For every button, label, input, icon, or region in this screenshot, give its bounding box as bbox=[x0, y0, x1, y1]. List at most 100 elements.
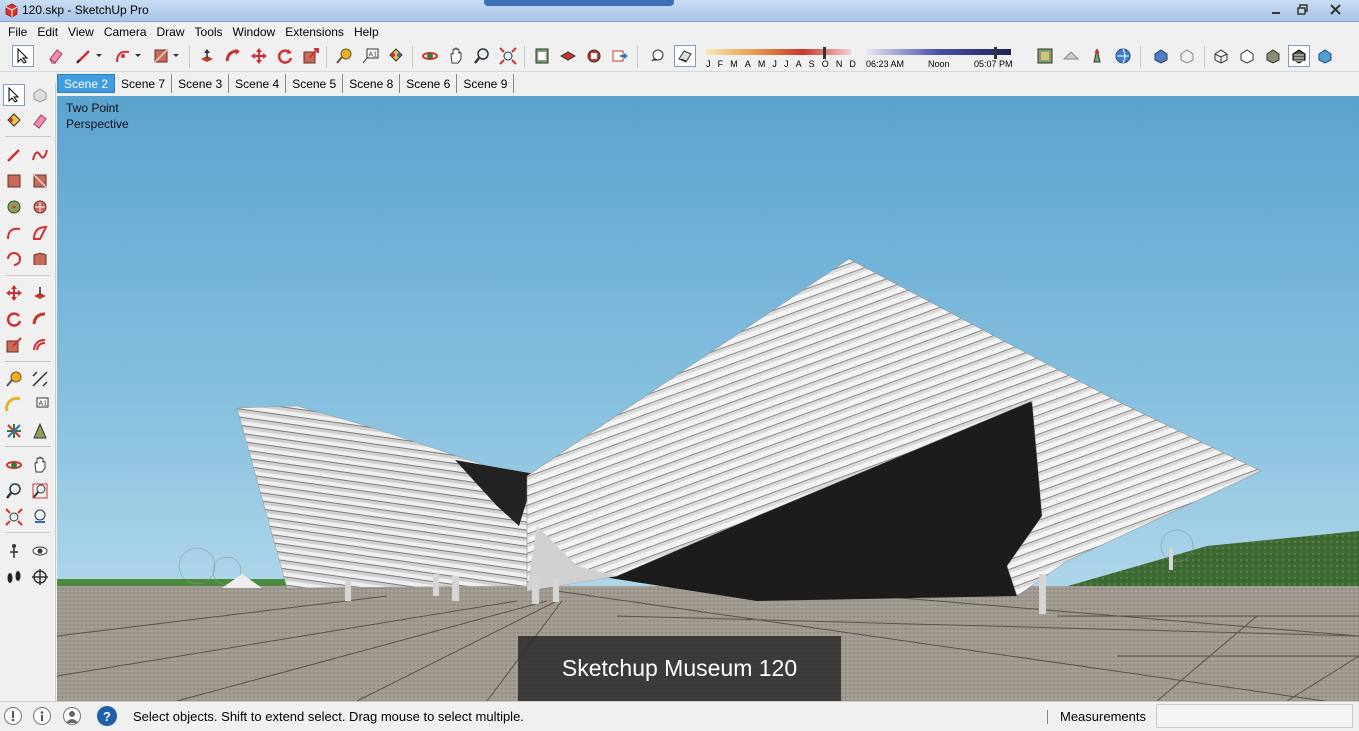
tab-scene-3[interactable]: Scene 3 bbox=[172, 74, 230, 93]
line-icon[interactable] bbox=[3, 144, 25, 166]
shaded-textures-icon[interactable] bbox=[1288, 45, 1310, 67]
time-slider-handle[interactable] bbox=[994, 47, 997, 59]
tab-scene-7[interactable]: Scene 7 bbox=[115, 74, 173, 93]
rotated-rectangle-icon[interactable] bbox=[29, 170, 51, 192]
menu-draw[interactable]: Draw bbox=[152, 25, 190, 39]
fog-icon[interactable] bbox=[674, 45, 696, 67]
freehand-icon[interactable] bbox=[29, 144, 51, 166]
tab-scene-9[interactable]: Scene 9 bbox=[457, 74, 515, 93]
close-icon[interactable] bbox=[1315, 0, 1355, 19]
text-icon[interactable]: A1 bbox=[29, 394, 51, 416]
circle-icon[interactable] bbox=[3, 196, 25, 218]
menu-help[interactable]: Help bbox=[349, 25, 384, 39]
select-icon[interactable] bbox=[12, 45, 34, 67]
look-around-icon[interactable] bbox=[29, 540, 51, 562]
eraser-icon[interactable] bbox=[45, 45, 67, 67]
menu-window[interactable]: Window bbox=[228, 25, 281, 39]
move-icon[interactable] bbox=[3, 282, 25, 304]
xray-icon[interactable] bbox=[1150, 45, 1172, 67]
scale-icon[interactable] bbox=[300, 45, 322, 67]
toggle-terrain-icon[interactable] bbox=[1086, 45, 1108, 67]
zoom-icon[interactable] bbox=[3, 480, 25, 502]
menu-view[interactable]: View bbox=[63, 25, 99, 39]
maximize-icon[interactable] bbox=[1289, 0, 1315, 19]
3d-text-icon[interactable] bbox=[29, 420, 51, 442]
model-viewport[interactable]: Two Point Perspective Sketchup Museum 12… bbox=[57, 96, 1359, 701]
shadow-date-slider[interactable]: J F M A M J J A S O N D bbox=[706, 47, 856, 71]
section-plane-icon[interactable] bbox=[29, 566, 51, 588]
rotate-icon[interactable] bbox=[3, 308, 25, 330]
zoom-window-icon[interactable] bbox=[29, 480, 51, 502]
tab-scene-5[interactable]: Scene 5 bbox=[286, 74, 344, 93]
extension-warehouse-icon[interactable] bbox=[583, 45, 605, 67]
tab-scene-4[interactable]: Scene 4 bbox=[229, 74, 287, 93]
orbit-icon[interactable] bbox=[3, 454, 25, 476]
orbit-icon[interactable] bbox=[419, 45, 441, 67]
tab-scene-6[interactable]: Scene 6 bbox=[400, 74, 458, 93]
monochrome-icon[interactable] bbox=[1314, 45, 1336, 67]
photo-textures-icon[interactable] bbox=[1112, 45, 1134, 67]
chevron-down-icon[interactable] bbox=[132, 45, 144, 67]
pan-icon[interactable] bbox=[445, 45, 467, 67]
tab-scene-8[interactable]: Scene 8 bbox=[343, 74, 401, 93]
components-icon[interactable] bbox=[557, 45, 579, 67]
axes-icon[interactable] bbox=[3, 420, 25, 442]
rotate-icon[interactable] bbox=[274, 45, 296, 67]
walk-icon[interactable] bbox=[3, 566, 25, 588]
text-icon[interactable]: A1 bbox=[359, 45, 381, 67]
push-pull-icon[interactable] bbox=[196, 45, 218, 67]
push-pull-icon[interactable] bbox=[29, 282, 51, 304]
add-location-icon[interactable] bbox=[1060, 45, 1082, 67]
minimize-icon[interactable] bbox=[1263, 0, 1289, 19]
eraser-icon[interactable] bbox=[29, 110, 51, 132]
select-icon[interactable] bbox=[3, 84, 25, 106]
menu-extensions[interactable]: Extensions bbox=[280, 25, 349, 39]
follow-me-icon[interactable] bbox=[29, 308, 51, 330]
paint-bucket-icon[interactable] bbox=[3, 110, 25, 132]
tab-scene-2[interactable]: Scene 2 bbox=[57, 74, 116, 93]
geo-location-icon[interactable] bbox=[1034, 45, 1056, 67]
menu-camera[interactable]: Camera bbox=[99, 25, 152, 39]
protractor-icon[interactable] bbox=[3, 394, 25, 416]
back-edges-icon[interactable] bbox=[1176, 45, 1198, 67]
paint-bucket-icon[interactable] bbox=[385, 45, 407, 67]
chevron-down-icon[interactable] bbox=[93, 45, 105, 67]
three-point-arc-icon[interactable] bbox=[29, 248, 51, 270]
shadow-time-slider[interactable]: 06:23 AM Noon 05:07 PM bbox=[866, 47, 1016, 71]
shaded-icon[interactable] bbox=[1262, 45, 1284, 67]
help-icon[interactable]: ? bbox=[97, 706, 117, 726]
arc-icon[interactable] bbox=[3, 222, 25, 244]
polygon-icon[interactable] bbox=[29, 196, 51, 218]
pencil-icon[interactable] bbox=[73, 45, 95, 67]
pan-icon[interactable] bbox=[29, 454, 51, 476]
tape-measure-icon[interactable] bbox=[333, 45, 355, 67]
offset-icon[interactable] bbox=[29, 334, 51, 356]
geo-info-icon[interactable] bbox=[4, 707, 22, 725]
wireframe-icon[interactable] bbox=[1210, 45, 1232, 67]
rectangle-icon[interactable] bbox=[3, 170, 25, 192]
two-point-arc-icon[interactable] bbox=[3, 248, 25, 270]
tape-measure-icon[interactable] bbox=[3, 368, 25, 390]
menu-file[interactable]: File bbox=[3, 25, 32, 39]
measurements-input[interactable] bbox=[1156, 704, 1353, 728]
dimension-icon[interactable] bbox=[29, 368, 51, 390]
zoom-extents-icon[interactable] bbox=[497, 45, 519, 67]
arc-icon[interactable] bbox=[112, 45, 134, 67]
warehouse-icon[interactable] bbox=[531, 45, 553, 67]
rectangle-icon[interactable] bbox=[150, 45, 172, 67]
send-to-layout-icon[interactable] bbox=[609, 45, 631, 67]
zoom-extents-icon[interactable] bbox=[3, 506, 25, 528]
hidden-line-icon[interactable] bbox=[1236, 45, 1258, 67]
previous-view-icon[interactable] bbox=[29, 506, 51, 528]
info-icon[interactable] bbox=[33, 707, 51, 725]
shadows-icon[interactable] bbox=[646, 45, 668, 67]
date-slider-handle[interactable] bbox=[823, 47, 826, 59]
menu-edit[interactable]: Edit bbox=[32, 25, 63, 39]
pie-icon[interactable] bbox=[29, 222, 51, 244]
chevron-down-icon[interactable] bbox=[170, 45, 182, 67]
scale-icon[interactable] bbox=[3, 334, 25, 356]
component-icon[interactable] bbox=[29, 84, 51, 106]
zoom-icon[interactable] bbox=[471, 45, 493, 67]
position-camera-icon[interactable] bbox=[3, 540, 25, 562]
follow-me-icon[interactable] bbox=[222, 45, 244, 67]
